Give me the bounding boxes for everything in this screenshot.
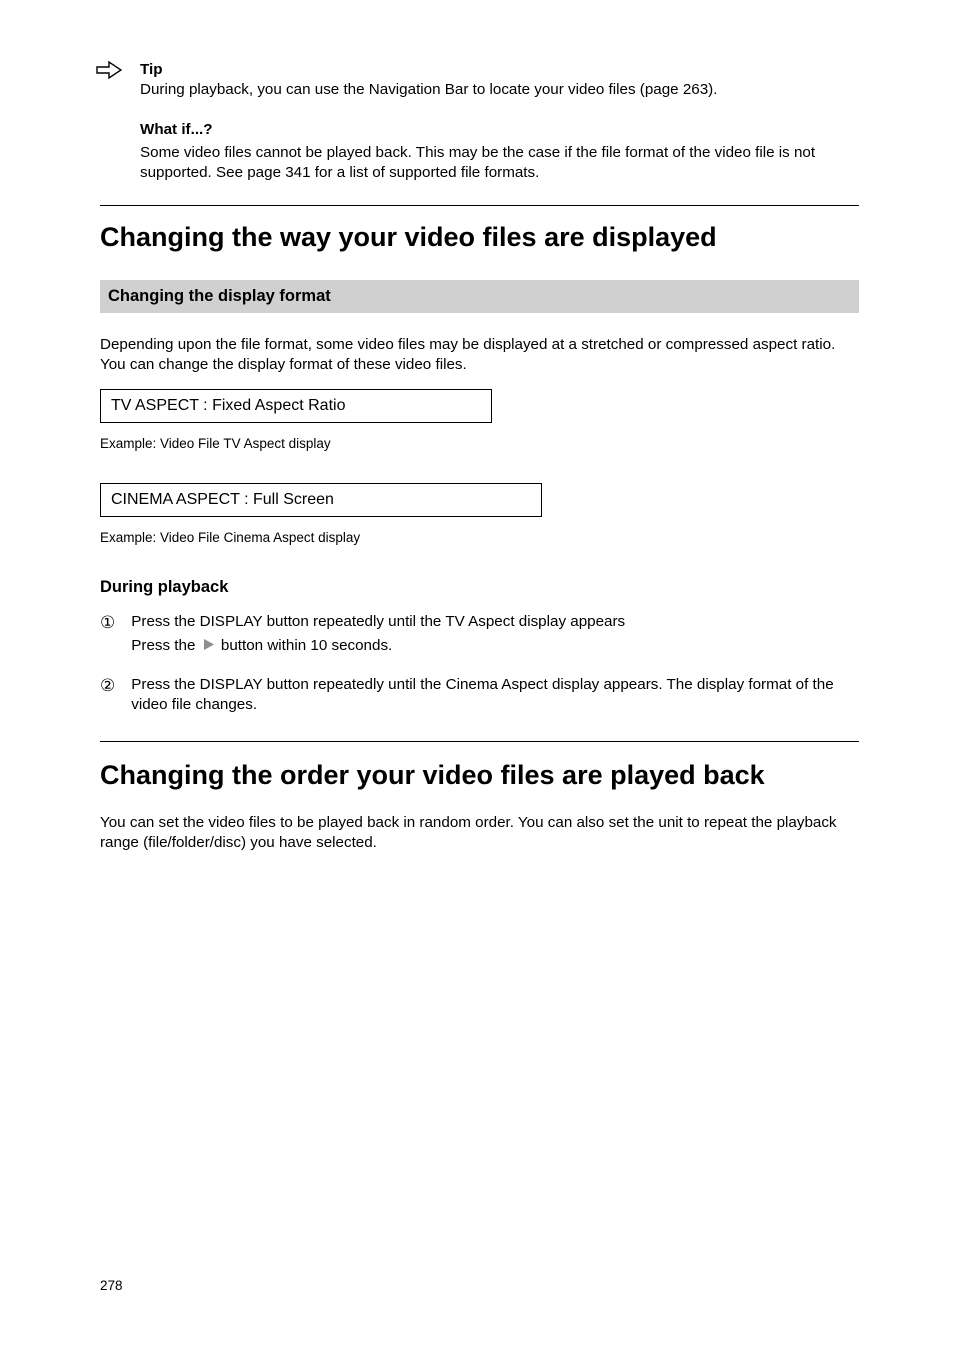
section-rule-2 (100, 741, 859, 742)
step-number-2: ② (100, 677, 115, 694)
cinema-aspect-box: CINEMA ASPECT : Full Screen (100, 483, 542, 517)
section2-intro: You can set the video files to be played… (100, 813, 859, 853)
steps-title: During playback (100, 577, 859, 599)
what-if-text: Some video files cannot be played back. … (140, 143, 859, 183)
play-icon (202, 637, 215, 657)
step-number-1: ① (100, 614, 115, 631)
step-1-line-1: Press the DISPLAY button repeatedly unti… (131, 613, 625, 630)
subsection-band: Changing the display format (100, 280, 859, 313)
arrow-right-icon (96, 60, 122, 80)
tv-aspect-box: TV ASPECT : Fixed Aspect Ratio (100, 389, 492, 423)
tv-aspect-caption: Example: Video File TV Aspect display (100, 435, 859, 453)
what-if-heading: What if...? (140, 120, 859, 140)
page-number: 278 (100, 1277, 123, 1295)
section-title: Changing the way your video files are di… (100, 220, 859, 256)
section-rule (100, 205, 859, 206)
step-1-line-2b: button within 10 seconds. (221, 637, 392, 654)
section-intro: Depending upon the file format, some vid… (100, 335, 859, 375)
tip-text: During playback, you can use the Navigat… (140, 81, 717, 98)
step-2-text: Press the DISPLAY button repeatedly unti… (131, 675, 859, 715)
cinema-aspect-caption: Example: Video File Cinema Aspect displa… (100, 529, 859, 547)
section2-title: Changing the order your video files are … (100, 758, 859, 794)
tip-label: Tip (140, 61, 163, 78)
step-1-line-2a: Press the (131, 637, 195, 654)
